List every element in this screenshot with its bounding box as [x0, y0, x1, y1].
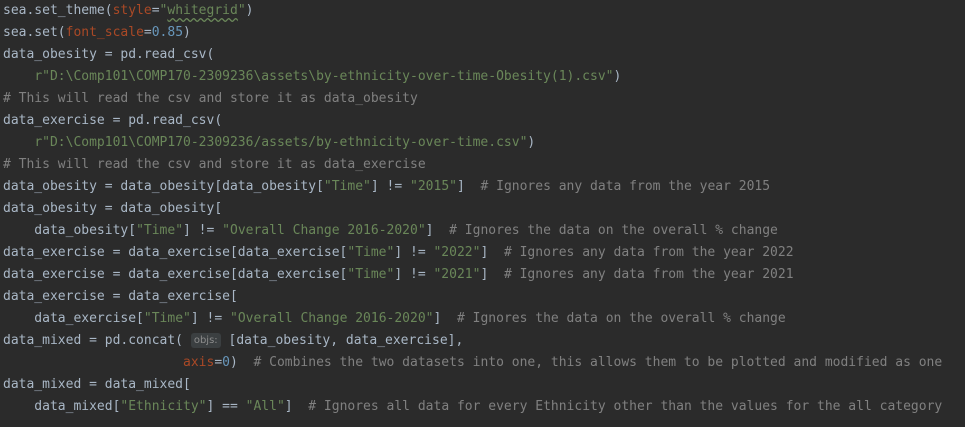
- code-text: data_mixed[: [3, 399, 121, 414]
- code-editor[interactable]: sea.set_theme(style="whitegrid") sea.set(…: [0, 0, 965, 427]
- code-text: data_obesity = data_obesity[: [3, 201, 223, 216]
- code-line[interactable]: data_exercise = data_exercise[: [3, 286, 238, 308]
- code-comment: # Ignores all data for every Ethnicity o…: [308, 399, 943, 414]
- code-comment: # This will read the csv and store it as…: [3, 157, 426, 172]
- code-text: ]: [425, 223, 450, 238]
- code-text: data_exercise = data_exercise[: [3, 289, 238, 304]
- code-text: data_mixed = data_mixed[: [3, 377, 191, 392]
- code-comment: # Ignores the data on the overall % chan…: [449, 223, 778, 238]
- code-text: data_exercise = data_exercise[data_exerc…: [3, 245, 348, 260]
- code-line[interactable]: data_mixed = data_mixed[: [3, 374, 191, 396]
- code-text: ]: [433, 311, 457, 326]
- code-text: ): [613, 69, 622, 84]
- code-text: ] !=: [394, 245, 434, 260]
- string-literal: "Time": [323, 179, 371, 194]
- string-literal: "Time": [347, 267, 395, 282]
- keyword-argument: style: [112, 3, 152, 18]
- code-line[interactable]: data_exercise = pd.read_csv(: [3, 110, 222, 132]
- code-line[interactable]: data_exercise = data_exercise[data_exerc…: [3, 242, 794, 264]
- string-literal: "Overall Change 2016-2020": [222, 223, 426, 238]
- code-text: ] !=: [190, 311, 230, 326]
- code-line[interactable]: # This will read the csv and store it as…: [3, 154, 426, 176]
- string-literal: whitegrid: [167, 3, 238, 18]
- string-literal: ": [237, 3, 246, 18]
- code-text: data_obesity = data_obesity[data_obesity…: [3, 179, 324, 194]
- code-line[interactable]: r"D:\Comp101\COMP170-2309236/assets/by-e…: [3, 132, 535, 154]
- code-comment: # Ignores any data from the year 2022: [503, 245, 794, 260]
- code-text: ]: [480, 245, 504, 260]
- number-literal: 0: [222, 355, 230, 370]
- code-text: =: [151, 3, 160, 18]
- code-line[interactable]: data_obesity["Time"] != "Overall Change …: [3, 220, 778, 242]
- string-literal: r"D:\Comp101\COMP170-2309236\assets\by-e…: [34, 69, 614, 84]
- code-text: ): [229, 355, 254, 370]
- string-literal: "Time": [143, 311, 191, 326]
- code-text: [data_obesity, data_exercise],: [220, 333, 464, 348]
- code-comment: # Ignores the data on the overall % chan…: [456, 311, 786, 326]
- keyword-argument: font_scale: [65, 25, 144, 40]
- code-text: data_exercise = data_exercise[data_exerc…: [3, 267, 348, 282]
- code-line[interactable]: # This will read the csv and store it as…: [3, 88, 418, 110]
- code-line[interactable]: data_obesity = pd.read_csv(: [3, 44, 214, 66]
- code-text: ] !=: [370, 179, 411, 194]
- parameter-hint: objs:: [190, 333, 221, 348]
- code-text: ] !=: [394, 267, 434, 282]
- string-literal: "2015": [410, 179, 457, 194]
- string-literal: "Time": [136, 223, 184, 238]
- code-line[interactable]: data_mixed["Ethnicity"] == "All"] # Igno…: [3, 396, 942, 418]
- code-text: =: [214, 355, 223, 370]
- code-text: ]: [480, 267, 504, 282]
- code-comment: # Ignores any data from the year 2015: [480, 179, 771, 194]
- code-comment: # Ignores any data from the year 2021: [503, 267, 794, 282]
- code-text: data_mixed = pd.concat(: [3, 333, 191, 348]
- code-text: =: [143, 25, 152, 40]
- string-literal: "Overall Change 2016-2020": [230, 311, 434, 326]
- keyword-argument: axis: [183, 355, 215, 370]
- code-text: ): [527, 135, 536, 150]
- code-comment: # This will read the csv and store it as…: [3, 91, 418, 106]
- code-line[interactable]: data_exercise["Time"] != "Overall Change…: [3, 308, 786, 330]
- code-text: ): [183, 25, 191, 40]
- string-literal: "2022": [433, 245, 481, 260]
- code-line[interactable]: axis=0) # Combines the two datasets into…: [3, 352, 942, 374]
- code-line[interactable]: data_obesity = data_obesity[data_obesity…: [3, 176, 770, 198]
- code-text: ] ==: [206, 399, 246, 414]
- code-text: data_exercise[: [3, 311, 144, 326]
- code-text: sea.set(: [3, 25, 66, 40]
- string-literal: r"D:\Comp101\COMP170-2309236/assets/by-e…: [34, 135, 528, 150]
- code-line[interactable]: r"D:\Comp101\COMP170-2309236\assets\by-e…: [3, 66, 621, 88]
- code-line[interactable]: sea.set_theme(style="whitegrid"): [3, 0, 253, 22]
- code-text: ): [245, 3, 254, 18]
- code-line[interactable]: sea.set(font_scale=0.85): [3, 22, 191, 44]
- code-line[interactable]: data_exercise = data_exercise[data_exerc…: [3, 264, 794, 286]
- code-line[interactable]: data_obesity = data_obesity[: [3, 198, 222, 220]
- code-text: sea.set_theme(: [3, 3, 113, 18]
- code-text: ]: [456, 179, 481, 194]
- code-text: ] !=: [183, 223, 223, 238]
- code-text: ]: [284, 399, 309, 414]
- string-literal: "Time": [347, 245, 395, 260]
- string-literal: "All": [245, 399, 285, 414]
- string-literal: "Ethnicity": [120, 399, 207, 414]
- code-text: data_obesity[: [3, 223, 137, 238]
- code-line[interactable]: data_mixed = pd.concat( objs: [data_obes…: [3, 330, 463, 352]
- code-text: data_exercise = pd.read_csv(: [3, 113, 223, 128]
- string-literal: "2021": [433, 267, 481, 282]
- code-comment: # Combines the two datasets into one, th…: [253, 355, 943, 370]
- number-literal: 0.85: [151, 25, 184, 40]
- code-text: data_obesity = pd.read_csv(: [3, 47, 215, 62]
